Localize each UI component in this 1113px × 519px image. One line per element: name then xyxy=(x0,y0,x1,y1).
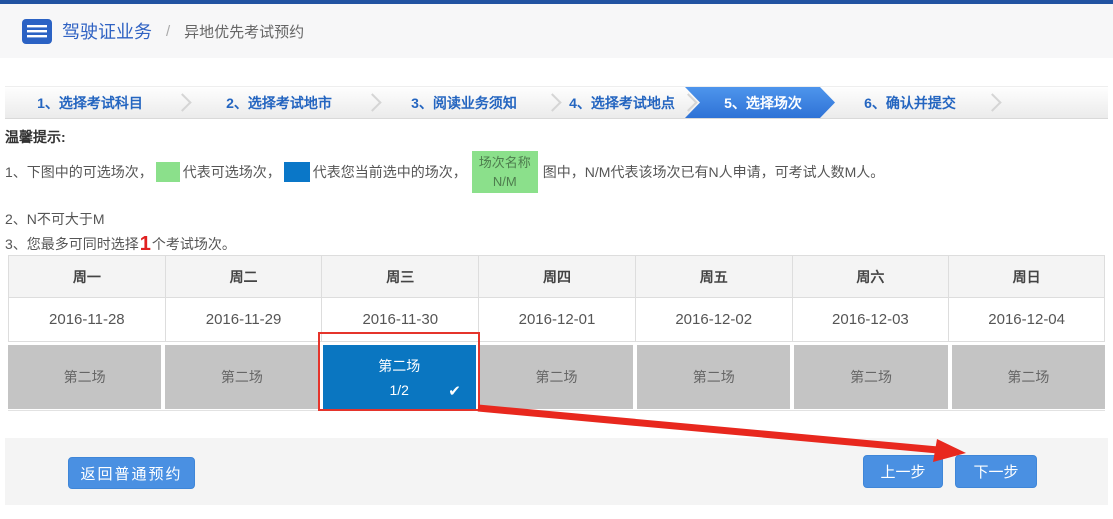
step-tab-2[interactable]: 2、选择考试地市 xyxy=(193,87,365,118)
step-tab-4[interactable]: 4、选择考试地点 xyxy=(563,87,681,118)
step-tab-5-active[interactable]: 5、选择场次 xyxy=(685,87,835,118)
list-icon xyxy=(22,19,52,44)
date-cell: 2016-12-04 xyxy=(948,298,1105,342)
tip-1-text-d: 图中，N/M代表该场次已有N人申请，可考试人数M人。 xyxy=(543,162,884,182)
step-wizard-bar: 1、选择考试科目 2、选择考试地市 3、阅读业务须知 4、选择考试地点 5、选择… xyxy=(5,86,1108,119)
session-cell[interactable]: 第二场 xyxy=(637,345,790,409)
weekday-header: 周五 xyxy=(635,255,792,298)
session-cell-selected[interactable]: 第二场 1/2 ✔ xyxy=(323,345,476,409)
next-step-button[interactable]: 下一步 xyxy=(955,455,1037,488)
tip-1-text-c: 代表您当前选中的场次， xyxy=(313,162,467,182)
check-icon: ✔ xyxy=(448,382,461,400)
chevron-right-icon xyxy=(985,87,1003,118)
session-ratio: 1/2 xyxy=(389,382,408,398)
tip-line-2: 2、N不可大于M xyxy=(5,209,1108,225)
date-cell: 2016-11-29 xyxy=(165,298,322,342)
legend-available-swatch xyxy=(156,162,180,182)
session-label: 第二场 xyxy=(378,356,420,376)
breadcrumb-current: 异地优先考试预约 xyxy=(184,21,304,42)
chevron-right-icon xyxy=(365,87,383,118)
tip-3-text-b: 个考试场次。 xyxy=(152,234,236,254)
schedule-table: 周一 周二 周三 周四 周五 周六 周日 2016-11-28 2016-11-… xyxy=(8,255,1105,411)
date-row: 2016-11-28 2016-11-29 2016-11-30 2016-12… xyxy=(8,298,1105,342)
tip-1-text-a: 1、下图中的可选场次， xyxy=(5,162,153,182)
footer-bar: 返回普通预约 上一步 下一步 xyxy=(5,438,1108,505)
chevron-right-icon xyxy=(545,87,563,118)
back-to-normal-booking-button[interactable]: 返回普通预约 xyxy=(68,457,195,489)
sample-session-ratio: N/M xyxy=(493,172,517,191)
weekday-header: 周二 xyxy=(165,255,322,298)
date-cell: 2016-11-28 xyxy=(8,298,165,342)
session-cell[interactable]: 第二场 xyxy=(952,345,1105,409)
prev-step-button[interactable]: 上一步 xyxy=(863,455,943,488)
weekday-header-row: 周一 周二 周三 周四 周五 周六 周日 xyxy=(8,255,1105,298)
tips-section: 温馨提示: 1、下图中的可选场次， 代表可选场次， 代表您当前选中的场次， 场次… xyxy=(5,127,1108,255)
max-select-count: 1 xyxy=(140,234,151,254)
tabbar-filler xyxy=(1003,87,1108,118)
weekday-header: 周一 xyxy=(8,255,165,298)
weekday-header: 周三 xyxy=(321,255,478,298)
breadcrumb-section[interactable]: 驾驶证业务 xyxy=(62,18,152,44)
tip-1-text-b: 代表可选场次， xyxy=(183,162,281,182)
breadcrumb-separator: / xyxy=(166,23,170,40)
tip-3-text-a: 3、您最多可同时选择 xyxy=(5,234,139,254)
tip-line-3: 3、您最多可同时选择 1 个考试场次。 xyxy=(5,233,1108,255)
session-row: 第二场 第二场 第二场 1/2 ✔ 第二场 第二场 第二场 第二场 xyxy=(8,345,1105,411)
sample-session-name: 场次名称 xyxy=(479,153,531,172)
session-cell[interactable]: 第二场 xyxy=(8,345,161,409)
page-header: 驾驶证业务 / 异地优先考试预约 xyxy=(0,4,1113,58)
legend-sample-cell: 场次名称 N/M xyxy=(472,151,538,193)
chevron-right-icon xyxy=(175,87,193,118)
tips-heading: 温馨提示: xyxy=(5,127,1108,147)
date-cell: 2016-12-01 xyxy=(478,298,635,342)
weekday-header: 周四 xyxy=(478,255,635,298)
tip-line-1: 1、下图中的可选场次， 代表可选场次， 代表您当前选中的场次， 场次名称 N/M… xyxy=(5,149,1108,195)
weekday-header: 周六 xyxy=(792,255,949,298)
date-cell: 2016-12-03 xyxy=(792,298,949,342)
legend-selected-swatch xyxy=(284,162,310,182)
step-tab-1[interactable]: 1、选择考试科目 xyxy=(5,87,175,118)
date-cell: 2016-12-02 xyxy=(635,298,792,342)
date-cell: 2016-11-30 xyxy=(321,298,478,342)
session-cell[interactable]: 第二场 xyxy=(794,345,947,409)
step-tab-3[interactable]: 3、阅读业务须知 xyxy=(383,87,545,118)
step-tab-6[interactable]: 6、确认并提交 xyxy=(835,87,985,118)
session-cell[interactable]: 第二场 xyxy=(165,345,318,409)
weekday-header: 周日 xyxy=(948,255,1105,298)
session-cell[interactable]: 第二场 xyxy=(480,345,633,409)
